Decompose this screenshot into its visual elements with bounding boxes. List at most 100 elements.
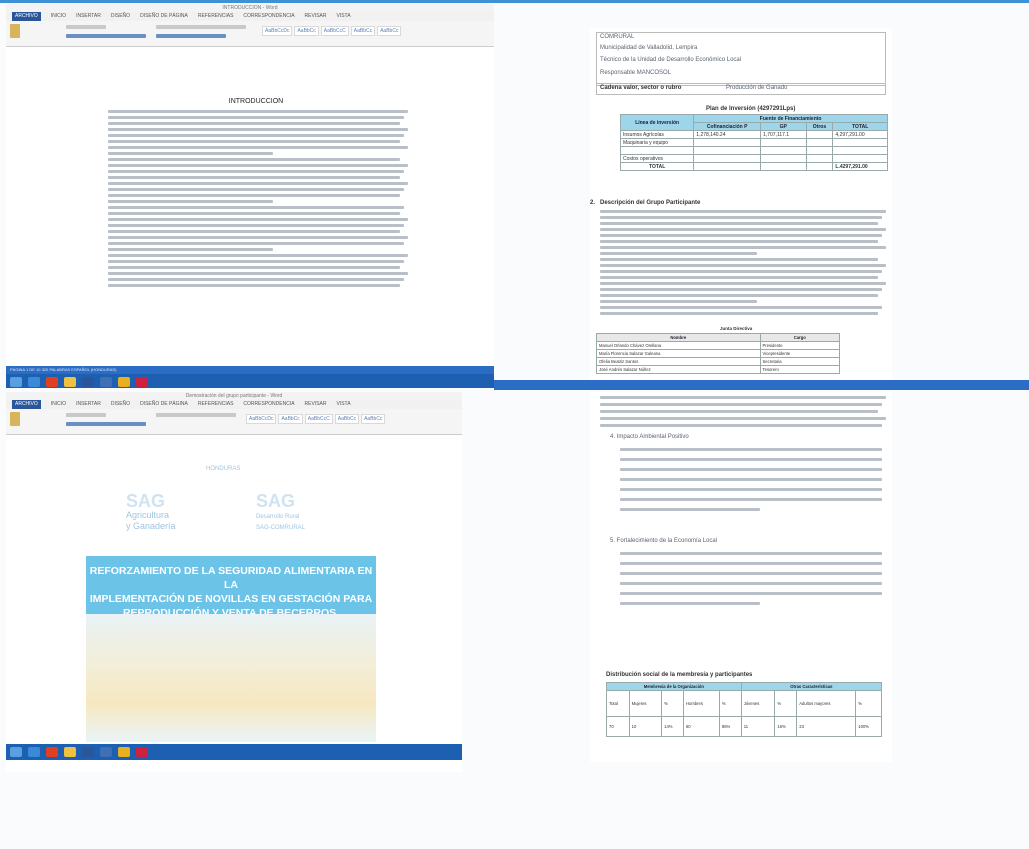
ribbon-tabs-2: ARCHIVO INICIO INSERTAR DISEÑO DISEÑO DE… xyxy=(6,400,462,409)
header-line-3: Técnico de la Unidad de Desarrollo Econó… xyxy=(600,57,742,63)
tab-archivo[interactable]: ARCHIVO xyxy=(12,400,41,409)
word-icon[interactable] xyxy=(82,377,94,387)
text-line xyxy=(600,396,886,399)
chrome-icon[interactable] xyxy=(118,747,130,757)
media-icon[interactable] xyxy=(46,377,58,387)
table-row: Manuel Orlando Chávez Orellana Presidente xyxy=(596,341,841,350)
tab-vista[interactable]: VISTA xyxy=(337,12,351,21)
start-icon[interactable] xyxy=(10,377,22,387)
style-nospacing[interactable]: AaBbCc xyxy=(294,26,319,36)
style-normal[interactable]: AaBbCcDc xyxy=(246,414,277,424)
logo-comrural: SAG Desarrollo Rural SAG-COMRURAL xyxy=(256,491,306,531)
tab-diseno[interactable]: DISEÑO xyxy=(111,400,130,409)
cell: María Florencia Salazar Galeana xyxy=(596,349,761,358)
style-heading1[interactable]: AaBbCcC xyxy=(304,414,333,424)
word-window-1: INTRODUCCION - Word ARCHIVO INICIO INSER… xyxy=(6,4,494,388)
tab-archivo[interactable]: ARCHIVO xyxy=(12,12,41,21)
text-line xyxy=(108,164,408,167)
media-icon[interactable] xyxy=(46,747,58,757)
tab-revisar[interactable]: REVISAR xyxy=(305,400,327,409)
cell: 11 xyxy=(740,716,776,737)
tab-correspondencia[interactable]: CORRESPONDENCIA xyxy=(243,12,294,21)
text-line xyxy=(108,218,408,221)
table-row: José Andrés Salazar Núñez Tesorero xyxy=(596,365,841,374)
style-normal[interactable]: AaBbCcDc xyxy=(262,26,293,36)
row-label xyxy=(619,146,695,155)
logo1-line2: y Ganadería xyxy=(126,521,176,531)
col-line: Línea de inversión xyxy=(619,114,695,131)
ie-icon[interactable] xyxy=(28,747,40,757)
word-icon[interactable] xyxy=(82,747,94,757)
tab-referencias[interactable]: REFERENCIAS xyxy=(198,12,234,21)
text-line xyxy=(600,246,886,249)
header-line-4: Responsable MANCOSOL xyxy=(600,70,672,76)
paragraph-buttons[interactable] xyxy=(156,25,246,29)
folder-icon[interactable] xyxy=(64,377,76,387)
tab-diseno-pagina[interactable]: DISEÑO DE PÁGINA xyxy=(140,400,188,409)
text-line xyxy=(108,128,408,131)
style-title[interactable]: AaBbCc xyxy=(377,26,402,36)
document-page-2[interactable]: HONDURAS SAG Agricultura y Ganadería SAG De… xyxy=(6,436,462,742)
alignment-buttons[interactable] xyxy=(156,34,226,38)
style-heading1[interactable]: AaBbCcC xyxy=(320,26,349,36)
tab-revisar[interactable]: REVISAR xyxy=(305,12,327,21)
dist-membership: Membresía de la Organización xyxy=(606,682,742,691)
dist-values-row: 70 10 14% 60 86% 11 16% 23 100% xyxy=(606,716,882,737)
tab-inicio[interactable]: INICIO xyxy=(51,12,66,21)
start-icon[interactable] xyxy=(10,747,22,757)
text-line xyxy=(620,582,882,585)
cell xyxy=(832,146,888,155)
banner-line-2: IMPLEMENTACIÓN DE NOVILLAS EN GESTACIÓN … xyxy=(89,593,373,605)
style-title[interactable]: AaBbCc xyxy=(361,414,386,424)
text-line xyxy=(600,234,882,237)
col-cofin: Cofinanciación P xyxy=(693,122,762,131)
text-line xyxy=(600,306,882,309)
format-buttons[interactable] xyxy=(66,422,146,426)
font-selector[interactable] xyxy=(66,25,106,29)
cell: Ofelia Beatriz Santos xyxy=(596,357,761,366)
text-line xyxy=(600,417,886,420)
tab-correspondencia[interactable]: CORRESPONDENCIA xyxy=(243,400,294,409)
text-line xyxy=(600,222,878,225)
paste-icon[interactable] xyxy=(10,412,20,426)
text-line xyxy=(108,152,273,155)
cell xyxy=(760,138,807,147)
text-line xyxy=(600,288,882,291)
paste-icon[interactable] xyxy=(10,24,20,38)
word-icon-2[interactable] xyxy=(100,747,112,757)
taskbar-2 xyxy=(494,380,1029,390)
cell: Manuel Orlando Chávez Orellana xyxy=(596,341,761,350)
shield-icon[interactable] xyxy=(136,377,148,387)
word-icon-2[interactable] xyxy=(100,377,112,387)
text-line xyxy=(108,230,400,233)
cell: 16% xyxy=(774,716,798,737)
text-line xyxy=(600,264,886,267)
text-line xyxy=(620,602,760,605)
font-selector[interactable] xyxy=(66,413,106,417)
text-line xyxy=(108,236,408,239)
folder-icon[interactable] xyxy=(64,747,76,757)
cell: 14% xyxy=(661,716,684,737)
tab-inicio[interactable]: INICIO xyxy=(51,400,66,409)
impact-item-4: 4. Impacto Ambiental Positivo xyxy=(610,434,689,440)
col-source: Fuente de Financiamiento xyxy=(693,114,888,123)
document-page[interactable]: INTRODUCCION xyxy=(6,48,494,366)
tab-insertar[interactable]: INSERTAR xyxy=(76,12,101,21)
chrome-icon[interactable] xyxy=(118,377,130,387)
cell xyxy=(693,146,762,155)
logo1-line1: Agricultura xyxy=(126,510,170,520)
tab-insertar[interactable]: INSERTAR xyxy=(76,400,101,409)
ie-icon[interactable] xyxy=(28,377,40,387)
tab-referencias[interactable]: REFERENCIAS xyxy=(198,400,234,409)
style-nospacing[interactable]: AaBbCc xyxy=(278,414,303,424)
text-line xyxy=(108,248,273,251)
style-heading2[interactable]: AaBbCc xyxy=(334,414,360,424)
paragraph-buttons[interactable] xyxy=(156,413,236,417)
format-buttons[interactable] xyxy=(66,34,146,38)
shield-icon[interactable] xyxy=(136,747,148,757)
tab-diseno[interactable]: DISEÑO xyxy=(111,12,130,21)
tab-vista[interactable]: VISTA xyxy=(337,400,351,409)
logo2-line2: SAG-COMRURAL xyxy=(256,525,306,531)
tab-diseno-pagina[interactable]: DISEÑO DE PÁGINA xyxy=(140,12,188,21)
style-heading2[interactable]: AaBbCc xyxy=(350,26,376,36)
